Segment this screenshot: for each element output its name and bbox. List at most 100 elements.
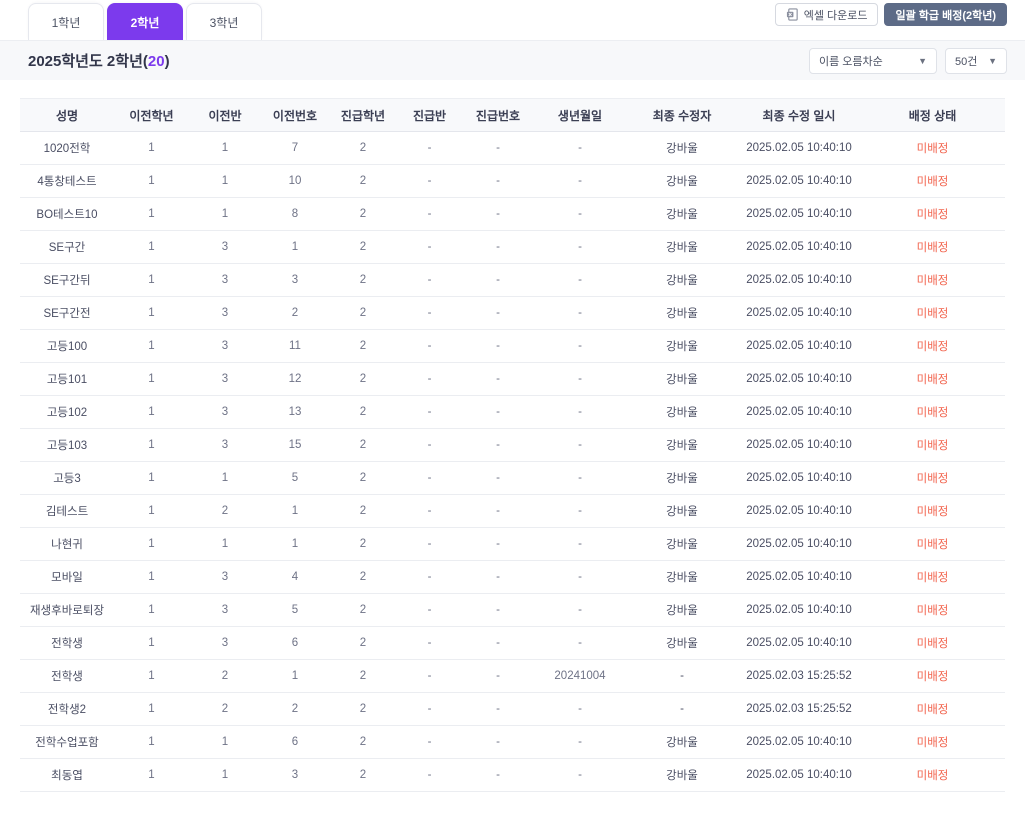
- table-cell: -: [534, 527, 626, 561]
- table-cell: -: [397, 725, 462, 759]
- page-title: 2025학년도 2학년(20): [28, 50, 170, 71]
- table-cell: 강바울: [626, 263, 738, 297]
- table-cell: 고등101: [20, 362, 114, 396]
- table-row[interactable]: 전학수업포함 1 1 6 2- - - 강바울 2025.02.05 10:40:10 미배정: [20, 725, 1005, 759]
- table-cell: 2: [329, 494, 397, 528]
- table-row[interactable]: SE구간뒤 1 3 3 2- - - 강바울 2025.02.05 10:40:10 미배정: [20, 263, 1005, 297]
- status-badge: 미배정: [860, 494, 1005, 528]
- table-cell: 3: [189, 296, 261, 330]
- table-cell: 2: [329, 296, 397, 330]
- table-row[interactable]: 1020전학 1 1 7 2- - - 강바울 2025.02.05 10:40:10 미배정: [20, 131, 1005, 165]
- table-cell: 나현귀: [20, 527, 114, 561]
- status-badge: 미배정: [860, 263, 1005, 297]
- page-title-text: 2025학년도 2학년: [28, 53, 143, 70]
- table-cell: 2025.02.05 10:40:10: [738, 329, 860, 363]
- column-header: 최종 수정 일시: [738, 98, 860, 132]
- table-cell: 1: [114, 230, 189, 264]
- table-row[interactable]: 고등103 1 3 15 2- - - 강바울 2025.02.05 10:40:10 미배정: [20, 428, 1005, 462]
- table-cell: 2: [189, 494, 261, 528]
- column-header: 성명: [20, 98, 114, 132]
- page-size-value: 50건: [955, 55, 978, 68]
- batch-assign-button[interactable]: 일괄 학급 배정(2학년): [884, 3, 1007, 26]
- table-cell: 강바울: [626, 362, 738, 396]
- table-row[interactable]: 김테스트 1 2 1 2- - - 강바울 2025.02.05 10:40:10 미배정: [20, 494, 1005, 528]
- table-row[interactable]: 나현귀 1 1 1 2- - - 강바울 2025.02.05 10:40:10 미배정: [20, 527, 1005, 561]
- table-cell: 2: [329, 230, 397, 264]
- table-cell: 모바일: [20, 560, 114, 594]
- table-cell: 전학생: [20, 626, 114, 660]
- table-cell: 2025.02.05 10:40:10: [738, 230, 860, 264]
- table-cell: -: [534, 593, 626, 627]
- table-cell: -: [462, 164, 534, 198]
- table-cell: 강바울: [626, 593, 738, 627]
- column-header: 진급학년: [329, 98, 397, 132]
- student-table-wrap: 성명 이전학년 이전반 이전번호 진급학년 진급반 진급번호 생년월일 최종 수정자 최종 수정 …: [0, 80, 1025, 792]
- status-badge: 미배정: [860, 329, 1005, 363]
- table-cell: 강바울: [626, 626, 738, 660]
- table-row[interactable]: 고등101 1 3 12 2- - - 강바울 2025.02.05 10:40:10 미배정: [20, 362, 1005, 396]
- table-row[interactable]: 전학생2 1 2 2 2- - - -2025.02.03 15:25:52 미배정: [20, 692, 1005, 726]
- status-badge: 미배정: [860, 461, 1005, 495]
- table-cell: 2: [329, 560, 397, 594]
- table-cell: 2025.02.03 15:25:52: [738, 692, 860, 726]
- table-body: 1020전학 1 1 7 2- - - 강바울 2025.02.05 10:40:10 미배정 4통…: [20, 131, 1005, 792]
- table-cell: 최동엽: [20, 758, 114, 792]
- table-cell: 3: [189, 362, 261, 396]
- table-cell: 2025.02.05 10:40:10: [738, 296, 860, 330]
- table-cell: -: [462, 593, 534, 627]
- table-row[interactable]: SE구간전 1 3 2 2- - - 강바울 2025.02.05 10:40:10 미배정: [20, 296, 1005, 330]
- table-cell: -: [534, 263, 626, 297]
- table-cell: 1: [114, 197, 189, 231]
- table-cell: -: [397, 395, 462, 429]
- table-cell: 1: [114, 263, 189, 297]
- table-row[interactable]: BO테스트10 1 1 8 2- - - 강바울 2025.02.05 10:40:10 미배정: [20, 197, 1005, 231]
- table-row[interactable]: SE구간 1 3 1 2- - - 강바울 2025.02.05 10:40:10 미배정: [20, 230, 1005, 264]
- table-row[interactable]: 고등102 1 3 13 2- - - 강바울 2025.02.05 10:40:10 미배정: [20, 395, 1005, 429]
- table-row[interactable]: 최동엽 1 1 3 2- - - 강바울 2025.02.05 10:40:10 미배정: [20, 758, 1005, 792]
- table-cell: 1: [114, 296, 189, 330]
- table-row[interactable]: 재생후바로퇴장 1 3 5 2- - - 강바울 2025.02.05 10:40:10 미배정: [20, 593, 1005, 627]
- table-cell: 2025.02.05 10:40:10: [738, 725, 860, 759]
- tab-grade-2[interactable]: 2학년: [107, 3, 183, 40]
- status-badge: 미배정: [860, 560, 1005, 594]
- table-row[interactable]: 전학생 1 3 6 2- - - 강바울 2025.02.05 10:40:10 미배정: [20, 626, 1005, 660]
- table-cell: 4통창테스트: [20, 164, 114, 198]
- table-cell: 3: [189, 626, 261, 660]
- table-cell: 2025.02.05 10:40:10: [738, 626, 860, 660]
- table-cell: -: [462, 131, 534, 165]
- table-cell: -: [397, 626, 462, 660]
- sort-order-select[interactable]: 이름 오름차순 ▼: [809, 47, 937, 74]
- table-cell: 강바울: [626, 494, 738, 528]
- table-cell: 1: [114, 428, 189, 462]
- table-cell: 5: [261, 593, 329, 627]
- table-cell: -: [462, 758, 534, 792]
- table-cell: 1: [114, 494, 189, 528]
- sort-order-value: 이름 오름차순: [819, 55, 883, 68]
- table-cell: 2: [329, 626, 397, 660]
- excel-download-button[interactable]: 엑셀 다운로드: [774, 3, 879, 26]
- table-cell: 2: [329, 197, 397, 231]
- page-size-select[interactable]: 50건 ▼: [945, 47, 1007, 74]
- table-cell: 2025.02.05 10:40:10: [738, 428, 860, 462]
- table-cell: 2025.02.05 10:40:10: [738, 197, 860, 231]
- table-row[interactable]: 4통창테스트 1 1 10 2- - - 강바울 2025.02.05 10:40:10 미배정: [20, 164, 1005, 198]
- table-cell: 2025.02.05 10:40:10: [738, 758, 860, 792]
- status-badge: 미배정: [860, 197, 1005, 231]
- table-row[interactable]: 고등3 1 1 5 2- - - 강바울 2025.02.05 10:40:10 미배정: [20, 461, 1005, 495]
- table-cell: 15: [261, 428, 329, 462]
- table-cell: 2: [329, 758, 397, 792]
- table-cell: 12: [261, 362, 329, 396]
- table-cell: 5: [261, 461, 329, 495]
- table-cell: 고등3: [20, 461, 114, 495]
- table-row[interactable]: 모바일 1 3 4 2- - - 강바울 2025.02.05 10:40:10 미배정: [20, 560, 1005, 594]
- table-cell: 13: [261, 395, 329, 429]
- table-cell: -: [397, 494, 462, 528]
- status-badge: 미배정: [860, 428, 1005, 462]
- tab-grade-1[interactable]: 1학년: [28, 3, 104, 40]
- column-header: 최종 수정자: [626, 98, 738, 132]
- tab-grade-3[interactable]: 3학년: [186, 3, 262, 40]
- table-row[interactable]: 전학생 1 2 1 2- -20241004-2025.02.03 15:25:52 미배정: [20, 659, 1005, 693]
- batch-assign-label: 일괄 학급 배정(2학년): [895, 9, 996, 22]
- table-cell: SE구간뒤: [20, 263, 114, 297]
- table-row[interactable]: 고등100 1 3 11 2- - - 강바울 2025.02.05 10:40:10 미배정: [20, 329, 1005, 363]
